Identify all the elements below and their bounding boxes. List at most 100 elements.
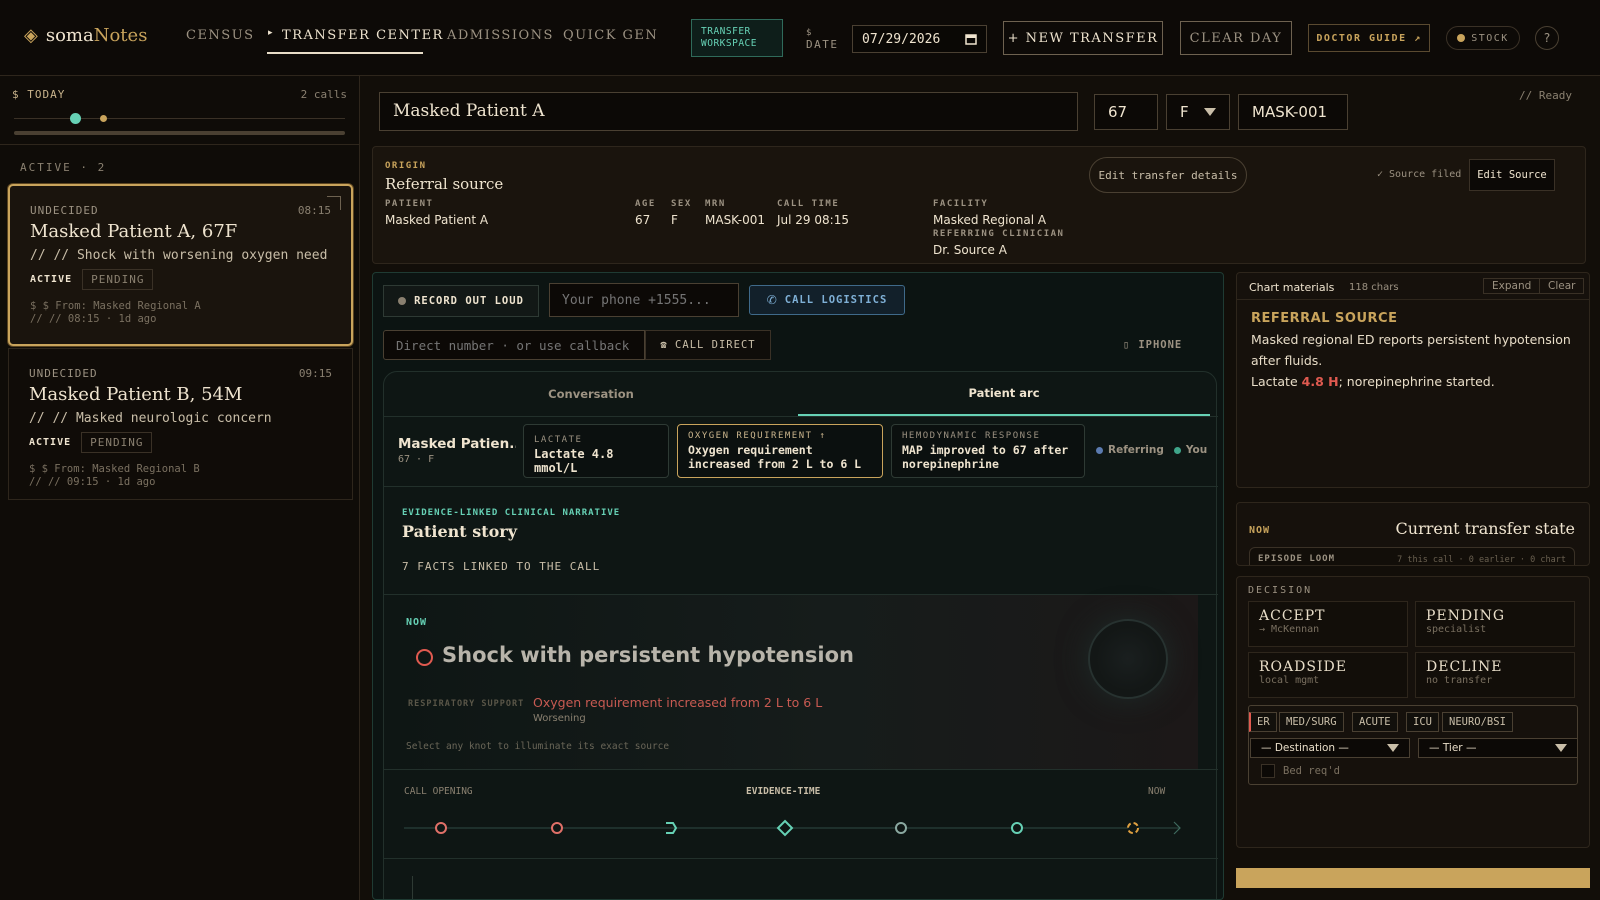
call-logistics-button[interactable]: ✆ CALL LOGISTICS (749, 285, 905, 315)
call-status: UNDECIDED (30, 204, 99, 217)
decision-pending[interactable]: PENDING specialist (1415, 601, 1575, 647)
timeline-marker-b[interactable] (100, 115, 107, 122)
patient-summary: Masked Patien... 67 · F (398, 436, 516, 465)
unit-chip-er[interactable]: ER (1249, 712, 1277, 732)
sex-select[interactable]: F (1166, 94, 1230, 130)
today-heading: $ TODAY (12, 88, 66, 101)
origin-title: Referral source (385, 175, 504, 193)
episode-loom[interactable]: EPISODE LOOM 7 this call · 0 earlier · 0… (1249, 547, 1575, 565)
day-timeline-track (14, 118, 345, 119)
destination-box: ER MED/SURG ACUTE ICU NEURO/BSI — Destin… (1248, 705, 1578, 785)
phone-input[interactable] (549, 283, 739, 317)
record-label: RECORD OUT LOUD (414, 295, 524, 307)
device-indicator[interactable]: ▯ IPHONE (1123, 339, 1182, 351)
facts-count: 7 FACTS LINKED TO THE CALL (402, 560, 601, 573)
field-value: Masked Patient A (385, 213, 489, 227)
call-card[interactable]: UNDECIDED 08:15 Masked Patient A, 67F //… (8, 184, 353, 346)
bed-required-checkbox[interactable]: Bed req'd (1261, 764, 1340, 778)
nav-active-underline (267, 52, 423, 54)
tab-conversation[interactable]: Conversation (384, 372, 798, 416)
decision-option-label: ROADSIDE (1259, 659, 1347, 675)
speaker-legend: Referring You (1096, 444, 1207, 456)
unit-chip-acute[interactable]: ACUTE (1352, 712, 1398, 732)
direct-number-input[interactable] (383, 330, 645, 360)
tier-value: — Tier — (1429, 742, 1477, 754)
age-input[interactable]: 67 (1094, 94, 1158, 130)
fact-value: Oxygen requirement increased from 2 L to… (688, 443, 862, 471)
decision-option-sub: → McKennan (1259, 624, 1320, 635)
call-ago: // // 09:15 · 1d ago (29, 476, 156, 488)
nav-admissions[interactable]: ADMISSIONS (447, 28, 554, 43)
record-dot-icon (398, 297, 407, 305)
chevron-down-icon (1387, 744, 1399, 752)
field-label: FACILITY (933, 199, 989, 209)
call-list-sidebar: $ TODAY 2 calls ACTIVE · 2 UNDECIDED 08:… (0, 76, 360, 900)
field-label: PATIENT (385, 199, 434, 209)
active-tag: ACTIVE (29, 437, 72, 448)
chart-line-2a: Lactate (1251, 374, 1302, 389)
stock-toggle[interactable]: STOCK (1446, 26, 1520, 50)
transfer-state-panel: NOW Current transfer state EPISODE LOOM … (1236, 502, 1590, 566)
summary-name: Masked Patien... (398, 436, 516, 452)
expand-button[interactable]: Expand (1483, 278, 1541, 294)
tab-patient-arc[interactable]: Patient arc (798, 372, 1210, 416)
tier-select[interactable]: — Tier — (1418, 738, 1578, 758)
call-card[interactable]: UNDECIDED 09:15 Masked Patient B, 54M //… (8, 348, 353, 500)
decision-decline[interactable]: DECLINE no transfer (1415, 652, 1575, 698)
chevron-down-icon (1555, 744, 1567, 752)
timeline-marker-a[interactable] (70, 113, 81, 124)
sex-value: F (1180, 103, 1189, 121)
edit-source-button[interactable]: Edit Source (1469, 159, 1555, 191)
call-complaint: // // Masked neurologic concern (29, 411, 272, 426)
active-heading: ACTIVE · 2 (20, 161, 107, 174)
help-icon[interactable]: ? (1535, 26, 1559, 50)
day-timeline-scrubber[interactable] (14, 131, 345, 135)
origin-panel: ORIGIN Referral source PATIENT Masked Pat… (372, 146, 1586, 264)
chart-materials-panel: Chart materials 118 chars Expand Clear R… (1236, 272, 1590, 488)
divider (384, 486, 1218, 487)
divider (0, 144, 360, 145)
date-label-text: DATE (806, 38, 839, 51)
new-transfer-button[interactable]: + NEW TRANSFER (1003, 21, 1163, 55)
record-button[interactable]: RECORD OUT LOUD (383, 285, 539, 317)
clear-day-button[interactable]: CLEAR DAY (1180, 21, 1292, 55)
fact-card[interactable]: HEMODYNAMIC RESPONSE MAP improved to 67 … (891, 424, 1085, 478)
support-value: Oxygen requirement increased from 2 L to… (533, 695, 823, 710)
evidence-timeline[interactable] (398, 806, 1188, 850)
call-logistics-label: CALL LOGISTICS (784, 294, 888, 306)
patient-name-input[interactable]: Masked Patient A (379, 92, 1078, 131)
decision-accept[interactable]: ACCEPT → McKennan (1248, 601, 1408, 647)
destination-value: — Destination — (1261, 742, 1349, 754)
nav-quick-gen[interactable]: QUICK GEN (563, 28, 658, 43)
clear-chart-button[interactable]: Clear (1539, 278, 1585, 294)
mrn-input[interactable]: MASK-001 (1238, 94, 1348, 130)
doctor-guide-button[interactable]: DOCTOR GUIDE ↗ (1308, 24, 1430, 52)
chart-text[interactable]: Masked regional ED reports persistent hy… (1251, 329, 1571, 392)
fact-card[interactable]: LACTATE Lactate 4.8 mmol/L (523, 424, 669, 478)
decision-option-sub: no transfer (1426, 675, 1493, 686)
field-value: Dr. Source A (933, 243, 1007, 257)
destination-select[interactable]: — Destination — (1250, 738, 1410, 758)
unit-chip-icu[interactable]: ICU (1406, 712, 1439, 732)
field-value: Masked Regional A (933, 213, 1047, 227)
date-input[interactable]: 07/29/2026 (852, 25, 987, 53)
unit-chip-neuro[interactable]: NEURO/BSI (1442, 712, 1513, 732)
nav-transfer-center[interactable]: ▸ TRANSFER CENTER (268, 28, 444, 43)
summary-meta: 67 · F (398, 454, 435, 465)
call-patient-name: Masked Patient B, 54M (29, 384, 243, 405)
unit-chip-med-surg[interactable]: MED/SURG (1279, 712, 1344, 732)
legend-dot-icon (1096, 446, 1103, 454)
call-direct-button[interactable]: ☎ CALL DIRECT (645, 330, 771, 360)
timeline-knot-4 (776, 819, 794, 837)
fact-card[interactable]: OXYGEN REQUIREMENT ↑ Oxygen requirement … (677, 424, 883, 478)
brand-logo[interactable]: ◈ somaNotes (24, 25, 147, 46)
nav-census[interactable]: CENSUS (186, 28, 255, 43)
call-ago: // // 08:15 · 1d ago (30, 313, 157, 325)
decision-roadside[interactable]: ROADSIDE local mgmt (1248, 652, 1408, 698)
chart-materials-title: Chart materials (1249, 281, 1335, 294)
calendar-icon[interactable] (965, 33, 977, 45)
now-kicker: NOW (406, 617, 428, 628)
field-label: SEX (671, 199, 692, 209)
submit-decision-bar[interactable] (1236, 868, 1590, 888)
edit-transfer-details-button[interactable]: Edit transfer details (1089, 157, 1247, 193)
